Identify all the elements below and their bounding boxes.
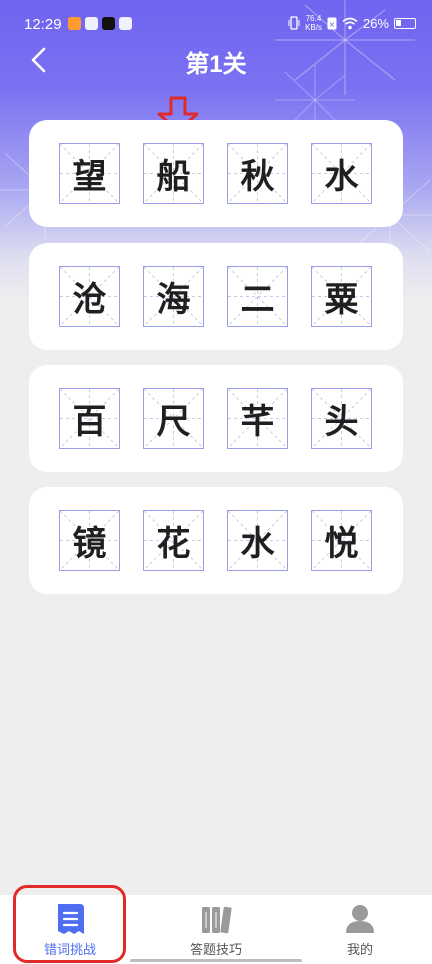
bilibili-app-icon xyxy=(85,17,98,30)
svg-text:×: × xyxy=(329,20,336,29)
puzzle-row-card: 望船秋水 xyxy=(29,120,403,227)
character-text: 水 xyxy=(324,157,359,197)
network-speed-value: 76.4 xyxy=(305,14,322,23)
character-cell[interactable]: 芊 xyxy=(227,388,288,449)
character-cell[interactable]: 望 xyxy=(59,143,120,204)
character-cell[interactable]: 水 xyxy=(227,510,288,571)
character-cell[interactable]: 粟 xyxy=(311,266,372,327)
weibo-app-icon xyxy=(68,17,81,30)
character-cell[interactable]: 海 xyxy=(143,266,204,327)
character-cell[interactable]: 二 xyxy=(227,266,288,327)
tab-label: 答题技巧 xyxy=(189,942,242,957)
character-text: 秋 xyxy=(240,157,275,197)
puzzle-row-card: 镜花水悦 xyxy=(29,487,403,594)
character-cell[interactable]: 头 xyxy=(311,388,372,449)
character-text: 尺 xyxy=(156,402,191,442)
character-cell[interactable]: 百 xyxy=(59,388,120,449)
character-cell[interactable]: 船 xyxy=(143,143,204,204)
character-text: 百 xyxy=(72,402,107,442)
tab-wode[interactable]: 我的 xyxy=(300,895,420,964)
character-text: 水 xyxy=(240,524,275,564)
character-cell[interactable]: 秋 xyxy=(227,143,288,204)
page-title: 第1关 xyxy=(185,51,247,78)
character-text: 望 xyxy=(72,157,107,197)
character-text: 芊 xyxy=(240,402,275,442)
character-cell[interactable]: 尺 xyxy=(143,388,204,449)
tiktok-app-icon xyxy=(102,17,115,30)
puzzle-row-card: 百尺芊头 xyxy=(29,365,403,472)
character-cell[interactable]: 悦 xyxy=(311,510,372,571)
character-text: 船 xyxy=(156,157,191,197)
sim-icon: × xyxy=(327,17,337,29)
character-cell[interactable]: 花 xyxy=(143,510,204,571)
message-app-icon xyxy=(119,17,132,30)
character-text: 二 xyxy=(240,280,275,320)
character-text: 花 xyxy=(156,524,191,564)
character-cell[interactable]: 水 xyxy=(311,143,372,204)
books-icon xyxy=(202,906,232,934)
character-text: 镜 xyxy=(72,524,107,564)
battery-percent: 26% xyxy=(362,15,389,31)
status-indicators: 76.4 KB/s × 26% xyxy=(288,14,416,32)
user-icon xyxy=(346,905,374,933)
home-indicator xyxy=(130,959,302,962)
notification-icons xyxy=(68,17,132,30)
network-speed-unit: KB/s xyxy=(305,23,322,32)
character-cell[interactable]: 镜 xyxy=(59,510,120,571)
annotation-highlight-box xyxy=(13,885,126,963)
status-time: 12:29 xyxy=(24,16,62,33)
character-text: 沧 xyxy=(72,280,107,320)
network-speed: 76.4 KB/s xyxy=(305,14,322,32)
vibrate-icon xyxy=(288,16,300,30)
character-cell[interactable]: 沧 xyxy=(59,266,120,327)
tab-dati-jiqiao[interactable]: 答题技巧 xyxy=(156,895,276,964)
puzzle-row-card: 沧海二粟 xyxy=(29,243,403,350)
battery-icon xyxy=(394,17,416,29)
character-text: 海 xyxy=(156,280,191,320)
character-text: 头 xyxy=(324,402,359,442)
wifi-icon xyxy=(342,17,358,29)
character-text: 悦 xyxy=(324,524,359,564)
tab-label: 我的 xyxy=(346,942,373,957)
character-text: 粟 xyxy=(324,280,359,320)
